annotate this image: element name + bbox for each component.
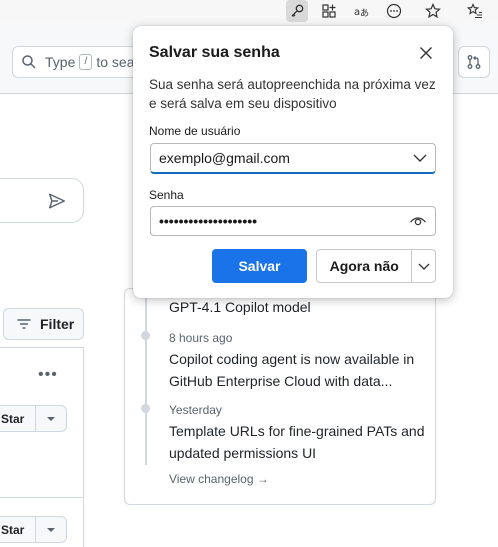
close-button[interactable] [413,40,439,66]
search-icon [22,55,36,69]
filter-label: Filter [40,316,75,332]
not-now-dropdown-button[interactable] [411,250,435,282]
svg-text:あ: あ [360,8,369,19]
chevron-down-icon [418,263,430,270]
not-now-label: Agora não [329,258,399,274]
password-field[interactable]: •••••••••••••••••••• [150,206,436,236]
eye-icon[interactable] [409,215,427,227]
star-dropdown-button[interactable] [34,406,66,431]
translate-icon[interactable]: aあ [350,0,372,22]
send-icon[interactable] [48,192,66,210]
pull-request-icon [467,55,481,69]
changelog-entry-title[interactable]: GPT-4.1 Copilot model [169,296,311,318]
changelog-entry-time: 8 hours ago [169,331,233,345]
star-label: Star [1,411,25,426]
favorite-star-icon[interactable] [422,0,444,22]
changelog-entry-title[interactable]: Copilot coding agent is now available in… [169,348,431,392]
caret-down-icon [46,527,55,532]
save-button[interactable]: Salvar [212,249,307,283]
star-button[interactable]: Star [0,516,67,543]
password-value: •••••••••••••••••••• [159,213,258,229]
divider [0,347,84,348]
filter-button[interactable]: Filter [3,308,84,340]
changelog-entry-time: Yesterday [169,403,222,417]
star-label: Star [1,522,25,537]
username-field[interactable]: exemplo@gmail.com [150,143,436,174]
dialog-title: Salvar sua senha [149,44,280,61]
divider [83,347,84,547]
star-dropdown-button[interactable] [34,517,66,542]
extensions-icon[interactable] [318,0,340,22]
ask-copilot-input[interactable] [0,178,84,223]
dialog-description: Sua senha será autopreenchida na próxima… [149,77,436,111]
username-value: exemplo@gmail.com [159,150,290,166]
username-label: Nome de usuário [149,124,241,138]
caret-down-icon [46,416,55,421]
chevron-down-icon[interactable] [413,154,427,162]
more-options-icon[interactable]: ••• [38,366,58,384]
changelog-timeline [145,295,147,465]
password-label: Senha [149,188,184,202]
star-button[interactable]: Star [0,405,67,432]
timeline-dot [141,331,150,340]
view-changelog-link[interactable]: View changelog → [169,472,269,486]
timeline-dot [141,404,150,413]
changelog-entry-title[interactable]: Template URLs for fine-grained PATs and … [169,420,431,464]
not-now-button[interactable]: Agora não [316,249,436,283]
key-icon[interactable] [286,0,308,22]
more-icon[interactable] [383,0,405,22]
favorites-list-icon[interactable] [464,0,486,22]
changelog-entry: Yesterday Template URLs for fine-grained… [169,402,431,464]
close-icon [420,47,432,59]
browser-toolbar: aあ [0,0,498,22]
divider [0,497,84,498]
pull-requests-button[interactable] [458,46,490,78]
search-placeholder-suffix: to sea [96,54,135,70]
changelog-entry: 8 hours ago Copilot coding agent is now … [169,330,431,392]
save-password-dialog: Salvar sua senha Sua senha será autopree… [133,26,453,298]
filter-icon [17,319,31,329]
search-shortcut-key: / [79,54,93,70]
search-placeholder-prefix: Type [45,54,76,70]
